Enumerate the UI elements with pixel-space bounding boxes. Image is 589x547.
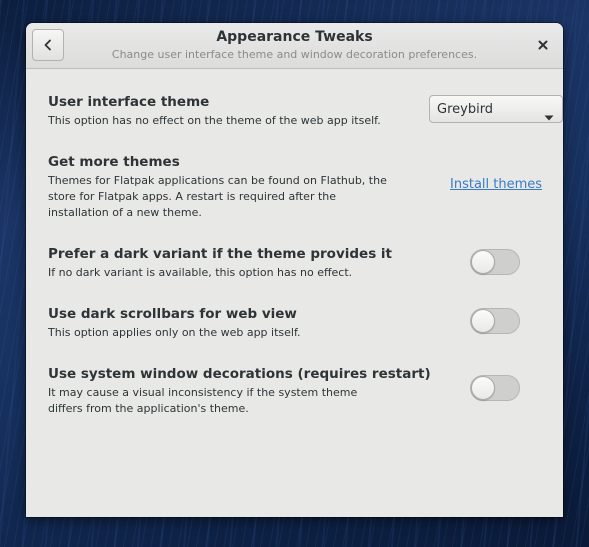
system-decorations-switch[interactable] [470, 375, 520, 401]
system-decorations-label: Use system window decorations (requires … [48, 366, 431, 382]
title-block: Appearance Tweaks Change user interface … [86, 29, 503, 63]
window-title: Appearance Tweaks [216, 29, 373, 45]
system-decorations-description: It may cause a visual inconsistency if t… [48, 386, 358, 415]
close-icon [538, 40, 548, 50]
chevron-left-icon [42, 39, 54, 51]
switch-knob [471, 376, 495, 400]
system-decorations-row: Use system window decorations (requires … [48, 69, 541, 449]
header-bar: Appearance Tweaks Change user interface … [26, 23, 563, 69]
back-button[interactable] [32, 29, 64, 61]
window-subtitle: Change user interface theme and window d… [111, 48, 478, 61]
appearance-tweaks-dialog: Appearance Tweaks Change user interface … [26, 23, 563, 517]
settings-content: User interface theme This option has no … [26, 69, 563, 517]
dropdown-arrow-icon [544, 106, 554, 125]
close-button[interactable] [535, 37, 551, 53]
